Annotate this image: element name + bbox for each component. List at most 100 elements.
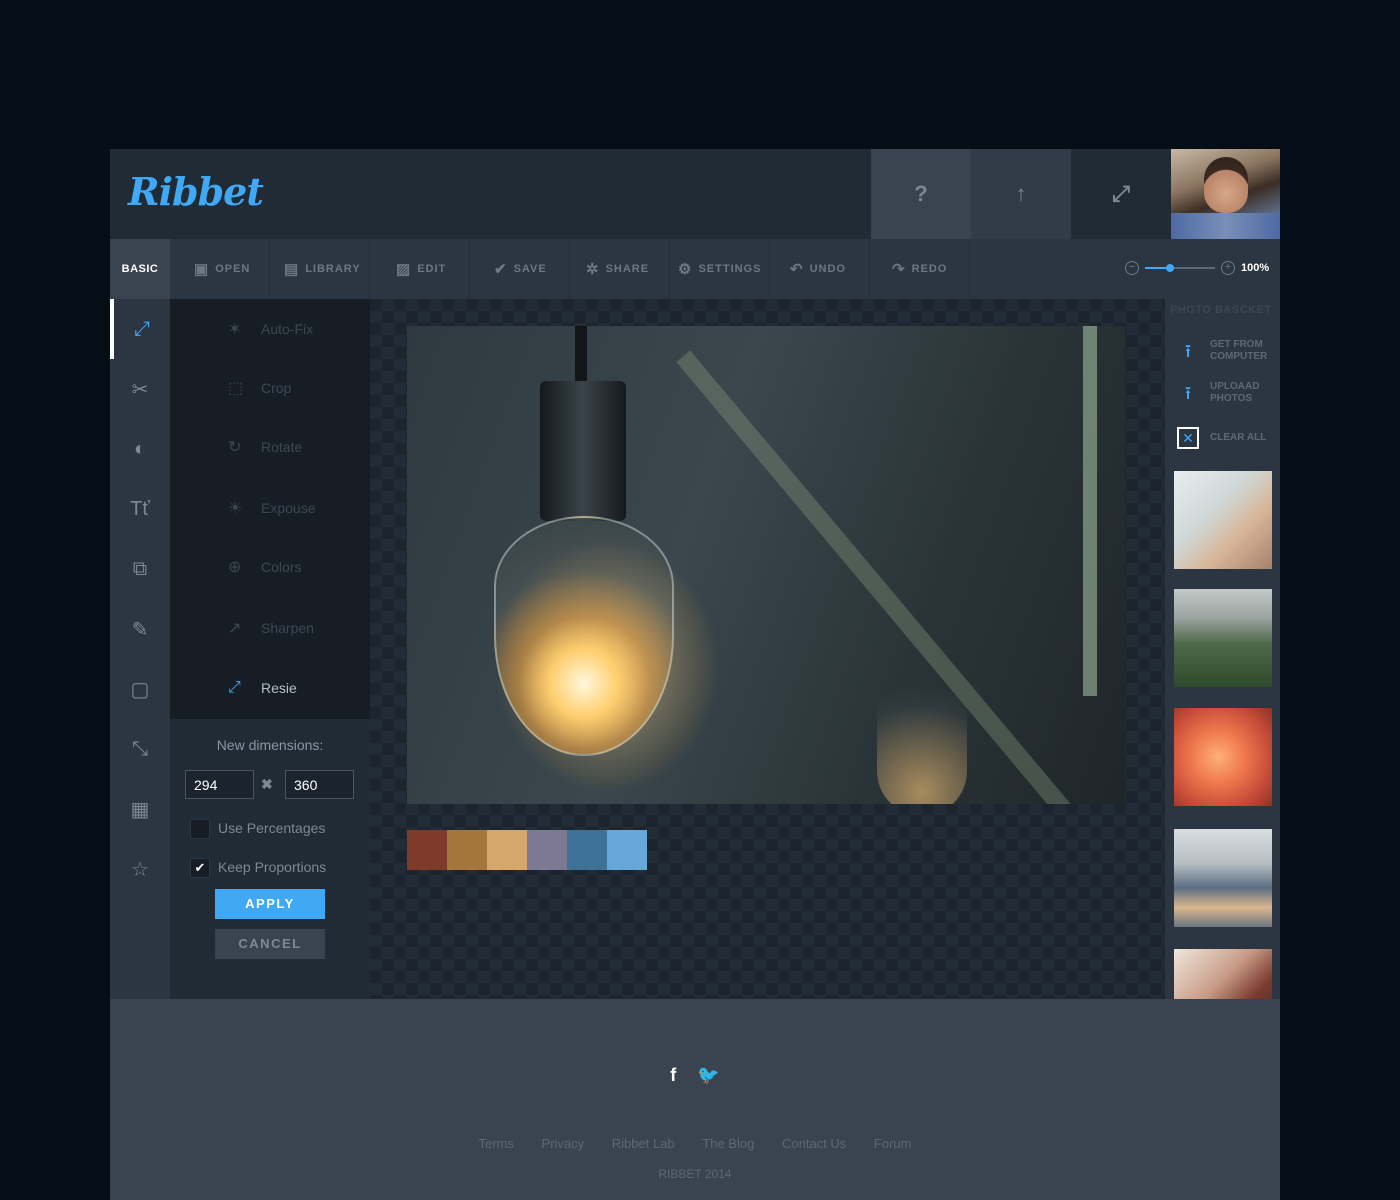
photo-bulb: [494, 516, 674, 756]
upload-photos-button[interactable]: ⭱ UPLOAAD PHOTOS: [1177, 381, 1280, 405]
apply-button[interactable]: APPLY: [215, 889, 325, 919]
tool-auto-fix[interactable]: ✶ Auto-Fix: [170, 299, 370, 359]
tool-crop[interactable]: ⬚ Crop: [170, 358, 370, 418]
footer-link-contact[interactable]: Contact Us: [782, 1136, 846, 1151]
undo-icon: ↶: [790, 261, 804, 278]
sun-icon: ☀: [228, 500, 243, 517]
tool-label: Resie: [261, 680, 297, 696]
upload-button[interactable]: ↑: [971, 149, 1071, 239]
brush-icon: ⤡: [132, 737, 148, 760]
sidebar-item-draw[interactable]: ⤡: [110, 719, 170, 779]
palette-swatch-6[interactable]: [607, 830, 647, 870]
checkmark-icon: ✔: [194, 860, 206, 875]
basket-thumbnail-street[interactable]: [1174, 829, 1272, 927]
photo-bulb-background: [877, 656, 967, 804]
close-box-icon: ✕: [1177, 427, 1199, 449]
redo-label: REDO: [911, 263, 948, 275]
palette-swatch-1[interactable]: [407, 830, 447, 870]
footer-link-privacy[interactable]: Privacy: [542, 1136, 585, 1151]
tool-rotate[interactable]: ↻ Rotate: [170, 417, 370, 477]
scissors-icon: ✂: [131, 378, 149, 401]
resize-panel: New dimensions: ✖ Use Percentages ✔ Keep…: [170, 719, 370, 999]
avatar-shirt: [1171, 213, 1280, 239]
share-button[interactable]: ✲ SHARE: [570, 239, 670, 299]
sidebar-item-contrast[interactable]: ◐: [110, 419, 170, 479]
zoom-slider-handle[interactable]: [1165, 264, 1174, 272]
action-label: UPLOAAD PHOTOS: [1210, 381, 1260, 404]
footer-link-terms[interactable]: Terms: [479, 1136, 514, 1151]
zoom-out-icon[interactable]: −: [1125, 261, 1139, 275]
sidebar-item-layers[interactable]: ⧉: [110, 539, 170, 599]
height-input[interactable]: [285, 770, 354, 799]
edited-photo[interactable]: [407, 326, 1125, 804]
redo-button[interactable]: ↷ REDO: [870, 239, 970, 299]
avatar[interactable]: [1171, 149, 1280, 239]
zoom-control: − + 100%: [1125, 261, 1269, 275]
resize-icon: ⤢: [228, 679, 241, 696]
cancel-button[interactable]: CANCEL: [215, 929, 325, 959]
footer-link-forum[interactable]: Forum: [874, 1136, 912, 1151]
keep-proportions-checkbox[interactable]: ✔: [190, 858, 210, 878]
settings-button[interactable]: ⚙ SETTINGS: [670, 239, 770, 299]
sidebar-item-text[interactable]: Tť: [110, 479, 170, 539]
basket-thumbnail-flower[interactable]: [1174, 708, 1272, 806]
get-from-computer-button[interactable]: ⭱ GET FROM COMPUTER: [1177, 339, 1280, 363]
tool-label: Colors: [261, 559, 302, 575]
calendar-icon: ▦: [130, 798, 150, 821]
share-icon: ✲: [586, 261, 600, 278]
footer-link-blog[interactable]: The Blog: [702, 1136, 754, 1151]
tool-colors[interactable]: ⊕ Colors: [170, 537, 370, 597]
palette-swatch-4[interactable]: [527, 830, 567, 870]
sidebar-item-retouch[interactable]: ✎: [110, 599, 170, 659]
logo[interactable]: Ribbet: [128, 169, 264, 214]
library-button[interactable]: ▤ LIBRARY: [270, 239, 370, 299]
twitter-icon[interactable]: 🐦: [697, 1065, 719, 1086]
times-icon: ✖: [261, 776, 273, 792]
tool-exposure[interactable]: ☀ Expouse: [170, 478, 370, 538]
avatar-face: [1204, 157, 1248, 213]
undo-label: UNDO: [809, 263, 846, 275]
use-percentages-checkbox[interactable]: [190, 819, 210, 839]
basket-thumbnail-bicycle[interactable]: [1174, 949, 1272, 999]
tool-resize[interactable]: ⤢ Resie: [170, 658, 370, 718]
tab-basic[interactable]: BASIC: [110, 239, 170, 299]
tools-panel: ✶ Auto-Fix ⬚ Crop ↻ Rotate ☀ Expouse ⊕ Colors…: [170, 299, 370, 719]
basket-thumbnail-forest[interactable]: [1174, 589, 1272, 687]
sidebar-item-adjust[interactable]: ⤢: [110, 299, 176, 359]
open-button[interactable]: ▣ OPEN: [170, 239, 270, 299]
magic-wand-icon: ✶: [228, 321, 242, 338]
facebook-icon[interactable]: f: [670, 1065, 676, 1086]
tool-sharpen[interactable]: ↗ Sharpen: [170, 598, 370, 658]
width-input[interactable]: [185, 770, 254, 799]
copyright: RIBBET 2014: [658, 1167, 732, 1181]
tool-label: Crop: [261, 380, 292, 396]
editing-canvas[interactable]: [370, 299, 1165, 999]
sidebar-item-seasonal[interactable]: ▦: [110, 779, 170, 839]
basket-thumbnail-map[interactable]: [1174, 471, 1272, 569]
zoom-in-icon[interactable]: +: [1221, 261, 1235, 275]
zoom-slider[interactable]: [1145, 264, 1215, 272]
question-icon: ?: [914, 181, 928, 206]
sidebar-item-favorites[interactable]: ☆: [110, 839, 170, 899]
help-button[interactable]: ?: [871, 149, 971, 239]
sidebar-item-cut[interactable]: ✂: [110, 359, 170, 419]
keep-proportions-label[interactable]: Keep Proportions: [218, 859, 326, 875]
color-palette: [407, 830, 647, 870]
clear-all-button[interactable]: ✕ CLEAR ALL: [1177, 427, 1280, 449]
save-button[interactable]: ✔ SAVE: [470, 239, 570, 299]
rotate-icon: ↻: [228, 439, 242, 456]
fullscreen-button[interactable]: ⤢: [1071, 149, 1171, 239]
palette-swatch-2[interactable]: [447, 830, 487, 870]
undo-button[interactable]: ↶ UNDO: [770, 239, 870, 299]
palette-swatch-3[interactable]: [487, 830, 527, 870]
use-percentages-label[interactable]: Use Percentages: [218, 820, 325, 836]
library-icon: ▤: [284, 261, 300, 278]
sidebar-item-frames[interactable]: ▢: [110, 659, 170, 719]
action-label: GET FROM COMPUTER: [1210, 339, 1268, 362]
edit-button[interactable]: ▨ EDIT: [370, 239, 470, 299]
palette-swatch-5[interactable]: [567, 830, 607, 870]
footer-link-ribbet-lab[interactable]: Ribbet Lab: [612, 1136, 675, 1151]
redo-icon: ↷: [892, 261, 906, 278]
footer-links: Terms Privacy Ribbet Lab The Blog Contac…: [110, 1136, 1280, 1151]
layers-icon: ⧉: [132, 557, 148, 580]
